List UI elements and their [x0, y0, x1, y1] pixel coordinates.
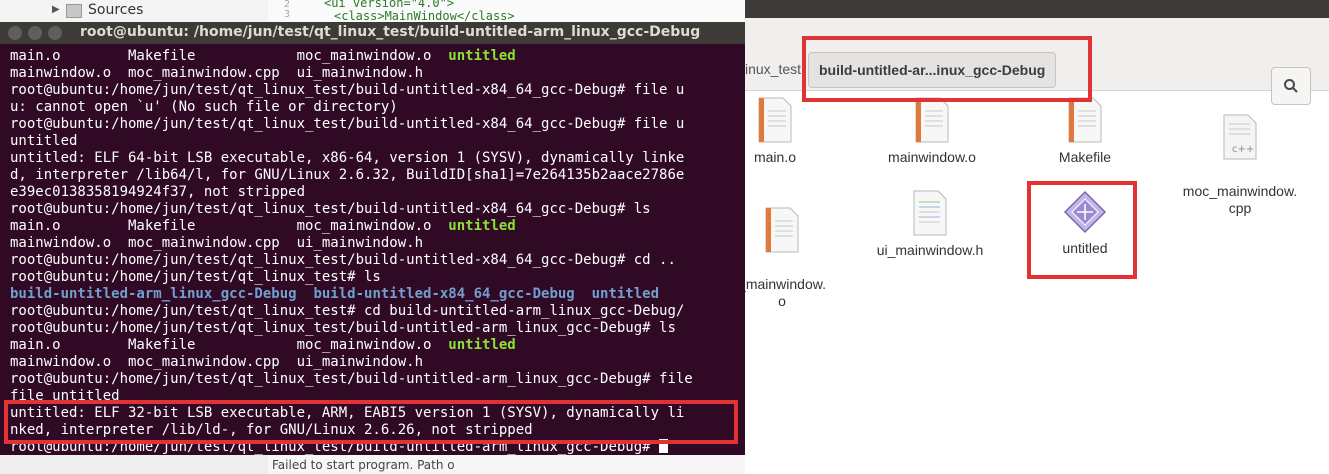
- terminal-line-segment: untitled: ELF 64-bit LSB executable, x86…: [10, 150, 685, 166]
- file-name: mainwindow.o: [888, 149, 976, 165]
- terminal-line-segment: main.o Makefile moc_mainwindow.o: [10, 48, 449, 64]
- terminal-line-segment: root@ubuntu:/home/jun/test/qt_linux_test…: [10, 320, 676, 336]
- terminal-line-segment: root@ubuntu:/home/jun/test/qt_linux_test…: [10, 252, 676, 268]
- terminal-line: main.o Makefile moc_mainwindow.o untitle…: [10, 48, 516, 65]
- output-text: Failed to start program. Path o: [272, 458, 455, 472]
- terminal-line: e39ec0138358194924f37, not stripped: [10, 184, 305, 201]
- cpp-file-icon: c++: [1223, 114, 1257, 160]
- breadcrumb-previous[interactable]: inux_test: [745, 52, 809, 86]
- terminal-title: root@ubuntu: /home/jun/test/qt_linux_tes…: [80, 24, 701, 40]
- terminal-line: untitled: [10, 133, 77, 150]
- terminal-line: root@ubuntu:/home/jun/test/qt_linux_test…: [10, 371, 693, 388]
- tree-item-sources[interactable]: Sources: [88, 2, 143, 18]
- terminal-line: main.o Makefile moc_mainwindow.o untitle…: [10, 337, 516, 354]
- terminal-line-segment: main.o Makefile moc_mainwindow.o: [10, 337, 449, 353]
- terminal-title-bar[interactable]: root@ubuntu: /home/jun/test/qt_linux_tes…: [0, 22, 745, 44]
- expand-arrow-icon[interactable]: ▶: [52, 4, 60, 15]
- minimize-icon[interactable]: [28, 26, 42, 40]
- file-item[interactable]: ui_mainwindow.h: [863, 190, 997, 259]
- terminal-line: build-untitled-arm_linux_gcc-Debug build…: [10, 286, 659, 303]
- terminal-line-segment: build-untitled-arm_linux_gcc-Debug: [10, 286, 297, 302]
- terminal-line: mainwindow.o moc_mainwindow.cpp ui_mainw…: [10, 354, 423, 371]
- highlight-box-file-output: [4, 400, 738, 444]
- project-tree: ▶ Sources: [0, 0, 268, 22]
- terminal-line: mainwindow.o moc_mainwindow.cpp ui_mainw…: [10, 235, 423, 252]
- terminal-output[interactable]: main.o Makefile moc_mainwindow.o untitle…: [0, 48, 745, 455]
- terminal-line-segment: root@ubuntu:/home/jun/test/qt_linux_test…: [10, 269, 381, 285]
- line-number: 3: [284, 9, 291, 20]
- terminal-line: root@ubuntu:/home/jun/test/qt_linux_test…: [10, 201, 651, 218]
- search-icon: [1284, 79, 1298, 93]
- terminal-line-segment: root@ubuntu:/home/jun/test/qt_linux_test…: [10, 201, 651, 217]
- highlight-box-breadcrumb: [802, 36, 1092, 102]
- terminal-line-segment: root@ubuntu:/home/jun/test/qt_linux_test…: [10, 371, 693, 387]
- svg-text:c++: c++: [1232, 144, 1254, 155]
- terminal-line: u: cannot open `u' (No such file or dire…: [10, 99, 398, 116]
- file-name: ui_mainwindow.h: [876, 242, 984, 258]
- file-item[interactable]: Makefile: [1035, 97, 1135, 166]
- terminal-line-segment: mainwindow.o moc_mainwindow.cpp ui_mainw…: [10, 354, 424, 370]
- terminal-line-segment: untitled: [448, 337, 516, 353]
- terminal-line: root@ubuntu:/home/jun/test/qt_linux_test…: [10, 269, 381, 286]
- terminal-line: root@ubuntu:/home/jun/test/qt_linux_test…: [10, 303, 684, 320]
- file-item[interactable]: c++ moc_mainwindow. cpp: [1173, 97, 1307, 234]
- terminal-line-segment: root@ubuntu:/home/jun/test/qt_linux_test…: [10, 116, 685, 132]
- header-file-icon: [913, 190, 947, 236]
- terminal-line-segment: e39ec0138358194924f37, not stripped: [10, 184, 306, 200]
- text-file-icon: [758, 97, 792, 143]
- terminal-line-segment: build-untitled-x84_64_gcc-Debug: [313, 286, 575, 302]
- highlight-box-untitled: [1027, 181, 1137, 279]
- terminal-line-segment: untitled: [10, 133, 78, 149]
- terminal-line-segment: untitled: [448, 48, 516, 64]
- line-numbers: 2 3: [284, 0, 290, 20]
- code-editor[interactable]: 2 3 <ui version="4.0"> <class>MainWindow…: [268, 0, 745, 23]
- terminal-line: root@ubuntu:/home/jun/test/qt_linux_test…: [10, 116, 684, 133]
- terminal-line-segment: main.o Makefile moc_mainwindow.o: [10, 218, 449, 234]
- file-name: moc_mainwindow. cpp: [1182, 183, 1298, 216]
- terminal-line: mainwindow.o moc_mainwindow.cpp ui_mainw…: [10, 65, 423, 82]
- text-file-icon: [1068, 97, 1102, 143]
- terminal-line-segment: untitled: [448, 218, 516, 234]
- close-icon[interactable]: [8, 26, 22, 40]
- application-output-pane: Failed to start program. Path o: [268, 455, 745, 474]
- terminal-line-segment: mainwindow.o moc_mainwindow.cpp ui_mainw…: [10, 65, 424, 81]
- terminal-line: root@ubuntu:/home/jun/test/qt_linux_test…: [10, 252, 676, 269]
- text-file-icon: [915, 97, 949, 143]
- terminal-line-segment: [575, 286, 592, 302]
- terminal-line: main.o Makefile moc_mainwindow.o untitle…: [10, 218, 516, 235]
- terminal-line-segment: [297, 286, 314, 302]
- terminal-line: untitled: ELF 64-bit LSB executable, x86…: [10, 150, 684, 167]
- file-name: Makefile: [1058, 149, 1112, 165]
- terminal-line-segment: untitled: [591, 286, 660, 302]
- maximize-icon[interactable]: [48, 26, 62, 40]
- terminal-line: root@ubuntu:/home/jun/test/qt_linux_test…: [10, 82, 684, 99]
- folder-icon: [66, 4, 82, 18]
- terminal-line-segment: u: cannot open `u' (No such file or dire…: [10, 99, 398, 115]
- terminal-line-segment: mainwindow.o moc_mainwindow.cpp ui_mainw…: [10, 235, 424, 251]
- terminal-window[interactable]: root@ubuntu: /home/jun/test/qt_linux_tes…: [0, 22, 745, 455]
- terminal-line: root@ubuntu:/home/jun/test/qt_linux_test…: [10, 320, 676, 337]
- text-file-icon: [765, 207, 799, 253]
- file-item[interactable]: mainwindow.o: [873, 97, 991, 166]
- code-lines: <ui version="4.0"> <class>MainWindow</cl…: [324, 0, 515, 23]
- terminal-line-segment: root@ubuntu:/home/jun/test/qt_linux_test…: [10, 303, 685, 319]
- terminal-line: d, interpreter /lib64/l, for GNU/Linux 2…: [10, 167, 684, 184]
- terminal-line-segment: root@ubuntu:/home/jun/test/qt_linux_test…: [10, 82, 685, 98]
- terminal-line-segment: d, interpreter /lib64/l, for GNU/Linux 2…: [10, 167, 685, 183]
- window-top-bar: [745, 0, 1329, 18]
